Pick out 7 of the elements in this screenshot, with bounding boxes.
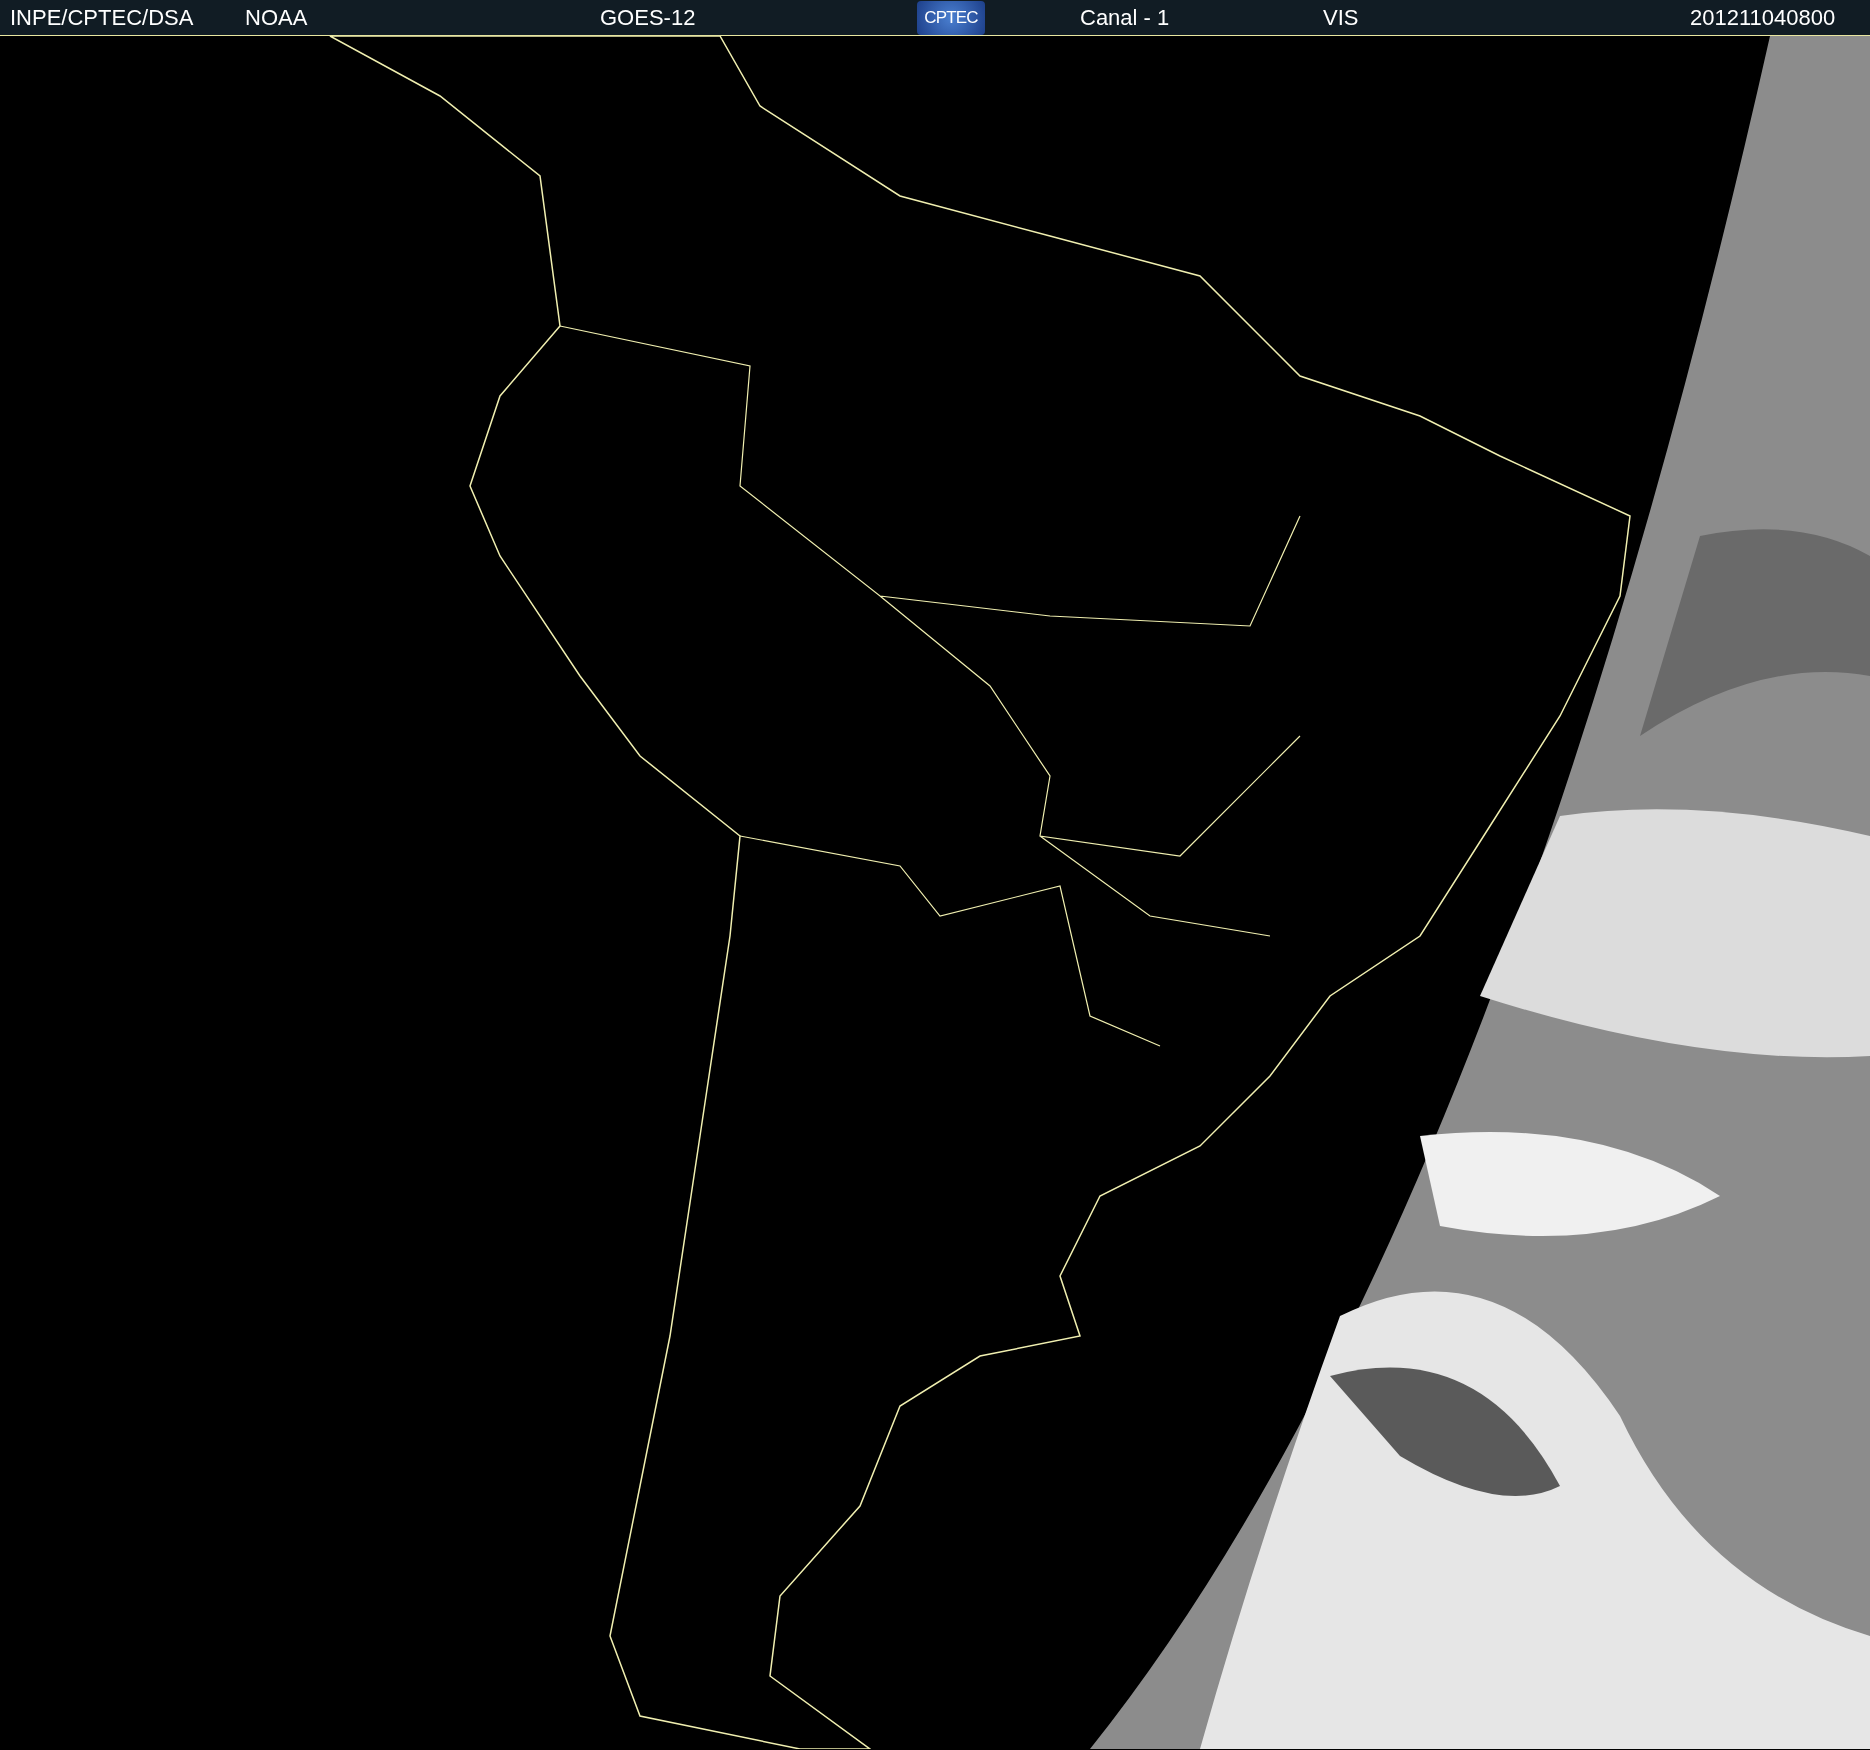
cptec-logo: CPTEC — [917, 0, 985, 35]
source-label: INPE/CPTEC/DSA — [10, 6, 195, 29]
channel-label: Canal - 1 — [1080, 6, 1171, 29]
band-label: VIS — [1323, 6, 1360, 29]
satellite-label: GOES-12 — [600, 6, 697, 29]
agency-label: NOAA — [245, 6, 309, 29]
timestamp-label: 201211040800 — [1690, 6, 1836, 29]
